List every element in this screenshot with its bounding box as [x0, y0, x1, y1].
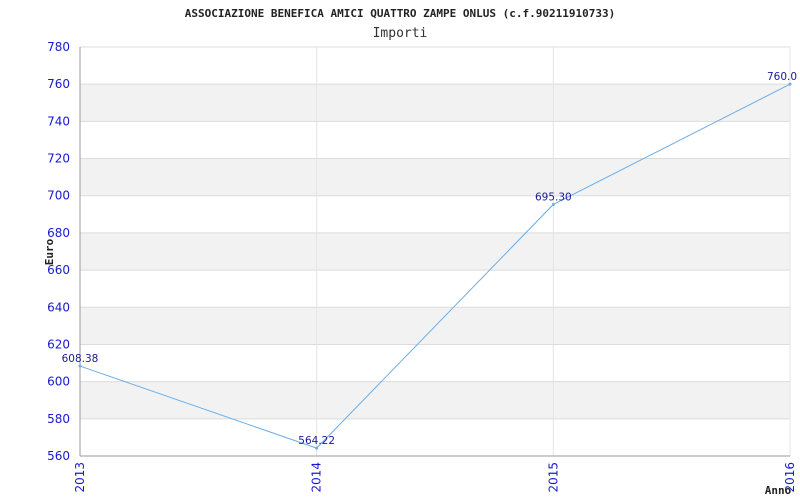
y-tick-label: 720 [47, 152, 70, 166]
y-tick-label: 760 [47, 77, 70, 91]
data-label: 564.22 [298, 435, 335, 447]
x-axis-label: Anno [765, 484, 792, 497]
x-tick-label: 2014 [310, 462, 324, 493]
line-chart: 560580600620640660680700720740760780 201… [43, 7, 797, 497]
grid-band [80, 158, 790, 196]
x-tick-label: 2015 [546, 462, 560, 493]
y-tick-label: 600 [47, 375, 70, 389]
y-tick-label: 580 [47, 412, 70, 426]
chart-title: ASSOCIAZIONE BENEFICA AMICI QUATTRO ZAMP… [185, 7, 615, 20]
x-tick-labels: 2013 2014 2015 2016 [73, 462, 797, 493]
chart-subtitle: Importi [373, 26, 428, 41]
x-tick-label: 2013 [73, 462, 87, 493]
data-label: 760.0 [767, 71, 797, 83]
y-tick-label: 780 [47, 40, 70, 54]
y-tick-label: 740 [47, 114, 70, 128]
y-tick-label: 620 [47, 337, 70, 351]
y-axis-label: Euro [43, 238, 56, 265]
y-tick-label: 700 [47, 189, 70, 203]
grid-band [80, 232, 790, 271]
data-label: 695.30 [535, 191, 572, 203]
y-tick-label: 680 [47, 226, 70, 240]
grid-band [80, 84, 790, 122]
data-label: 608.38 [62, 353, 99, 365]
y-tick-label: 640 [47, 300, 70, 314]
grid-bands [80, 84, 790, 419]
grid-band [80, 381, 790, 419]
y-tick-label: 560 [47, 449, 70, 463]
